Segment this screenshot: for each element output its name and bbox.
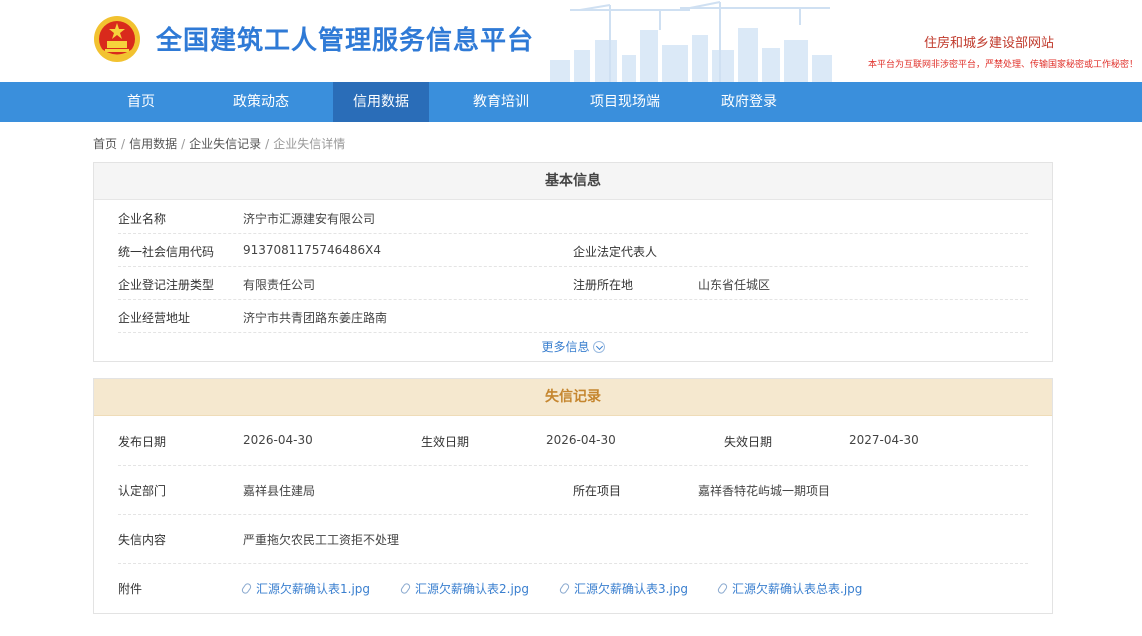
credit-code-label: 统一社会信用代码 (118, 245, 215, 259)
breadcrumb-credit-data[interactable]: 信用数据 (129, 137, 177, 151)
site-title: 全国建筑工人管理服务信息平台 (156, 26, 535, 56)
nav-item-home[interactable]: 首页 (92, 82, 190, 122)
attachment-link[interactable]: 汇源欠薪确认表3.jpg (558, 580, 688, 597)
main-nav: 首页 政策动态 信用数据 教育培训 项目现场端 政府登录 (0, 82, 1142, 122)
paperclip-icon (399, 581, 412, 596)
national-emblem-icon (94, 16, 140, 62)
info-row-credit-code: 统一社会信用代码 9137081175746486X4 企业法定代表人 (118, 234, 1028, 267)
reg-type-label: 企业登记注册类型 (118, 278, 215, 292)
credit-record-panel: 失信记录 发布日期 2026-04-30 生效日期 2026-04-30 失效日… (93, 378, 1053, 614)
more-info-toggle[interactable]: 更多信息 (94, 338, 1052, 355)
breadcrumb-separator: / (265, 137, 270, 151)
effective-date-label: 生效日期 (421, 435, 470, 449)
site-header: 全国建筑工人管理服务信息平台 住房和城乡建设部网站 本平台为互联网非涉密平台，严… (0, 0, 1142, 82)
breadcrumb: 首页 / 信用数据 / 企业失信记录 / 企业失信详情 (93, 135, 345, 152)
paperclip-icon (240, 581, 253, 596)
attachment-link[interactable]: 汇源欠薪确认表2.jpg (399, 580, 529, 597)
expire-date-label: 失效日期 (724, 435, 773, 449)
nav-item-credit-data[interactable]: 信用数据 (333, 82, 429, 122)
address-value: 济宁市共青团路东姜庄路南 (243, 311, 388, 325)
department-label: 认定部门 (118, 484, 167, 498)
content-label: 失信内容 (118, 533, 167, 547)
legal-rep-label: 企业法定代表人 (573, 245, 658, 259)
info-row-company-name: 企业名称 济宁市汇源建安有限公司 (118, 201, 1028, 234)
publish-date-label: 发布日期 (118, 435, 167, 449)
basic-info-panel: 基本信息 企业名称 济宁市汇源建安有限公司 统一社会信用代码 913708117… (93, 162, 1053, 362)
record-row-attachments: 附件 汇源欠薪确认表1.jpg 汇源欠薪确认表2.jpg 汇源欠薪确认表3.jp… (118, 564, 1028, 613)
security-warning-notice: 本平台为互联网非涉密平台，严禁处理、传输国家秘密或工作秘密！ (867, 60, 1138, 70)
info-row-registration: 企业登记注册类型 有限责任公司 注册所在地 山东省任城区 (118, 267, 1028, 300)
attachments-label: 附件 (118, 582, 143, 596)
nav-item-gov-login[interactable]: 政府登录 (700, 82, 798, 122)
breadcrumb-separator: / (121, 137, 126, 151)
attachment-link[interactable]: 汇源欠薪确认表总表.jpg (716, 580, 862, 597)
credit-record-title: 失信记录 (94, 379, 1052, 416)
more-info-label: 更多信息 (541, 340, 590, 354)
nav-item-policy[interactable]: 政策动态 (212, 82, 310, 122)
basic-info-title: 基本信息 (94, 163, 1052, 200)
attachment-link[interactable]: 汇源欠薪确认表1.jpg (240, 580, 370, 597)
effective-date-value: 2026-04-30 (546, 433, 616, 447)
breadcrumb-home[interactable]: 首页 (93, 137, 117, 151)
reg-type-value: 有限责任公司 (243, 278, 316, 292)
company-name-value: 济宁市汇源建安有限公司 (243, 212, 376, 226)
reg-place-value: 山东省任城区 (698, 278, 771, 292)
reg-place-label: 注册所在地 (573, 278, 634, 292)
content-value: 严重拖欠农民工工资拒不处理 (243, 533, 400, 547)
publish-date-value: 2026-04-30 (243, 433, 313, 447)
info-row-address: 企业经营地址 济宁市共青团路东姜庄路南 (118, 300, 1028, 333)
project-label: 所在项目 (573, 484, 622, 498)
department-value: 嘉祥县住建局 (243, 484, 316, 498)
breadcrumb-current: 企业失信详情 (273, 137, 346, 151)
project-value: 嘉祥香特花屿城一期项目 (698, 484, 831, 498)
record-row-content: 失信内容 严重拖欠农民工工资拒不处理 (118, 515, 1028, 564)
record-row-department: 认定部门 嘉祥县住建局 所在项目 嘉祥香特花屿城一期项目 (118, 466, 1028, 515)
expire-date-value: 2027-04-30 (849, 433, 919, 447)
breadcrumb-enterprise-records[interactable]: 企业失信记录 (189, 137, 261, 151)
breadcrumb-separator: / (181, 137, 186, 151)
construction-skyline-banner (550, 1, 832, 82)
record-row-dates: 发布日期 2026-04-30 生效日期 2026-04-30 失效日期 202… (118, 417, 1028, 466)
nav-item-project-site[interactable]: 项目现场端 (574, 82, 676, 122)
chevron-down-icon (592, 341, 605, 353)
nav-item-training[interactable]: 教育培训 (452, 82, 550, 122)
ministry-website-link[interactable]: 住房和城乡建设部网站 (924, 32, 1054, 51)
paperclip-icon (558, 581, 571, 596)
credit-code-value: 9137081175746486X4 (243, 243, 382, 257)
paperclip-icon (716, 581, 729, 596)
address-label: 企业经营地址 (118, 311, 191, 325)
company-name-label: 企业名称 (118, 212, 167, 226)
